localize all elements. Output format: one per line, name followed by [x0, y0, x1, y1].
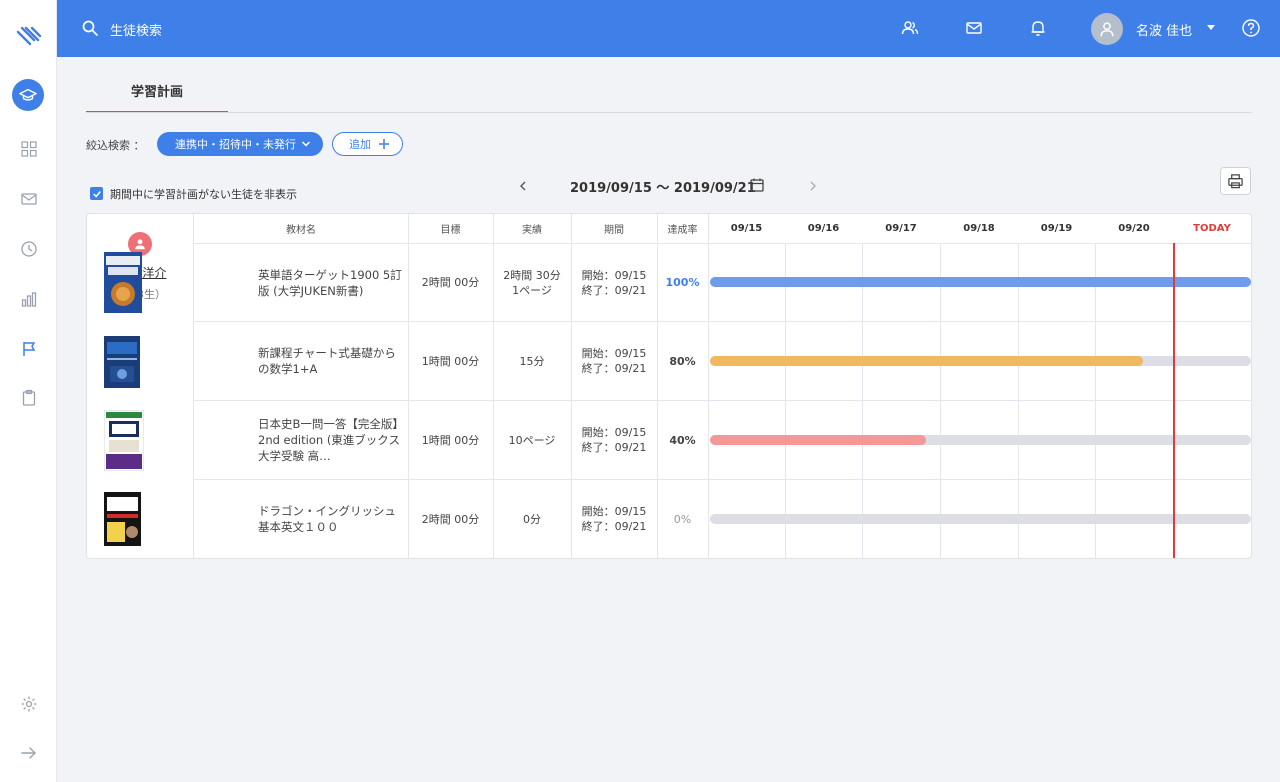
header-day: 09/16: [807, 223, 840, 234]
header-day: 09/19: [1040, 223, 1073, 234]
book-cover-image[interactable]: [104, 410, 144, 471]
gear-icon[interactable]: [18, 693, 40, 715]
chevron-right-icon: [810, 181, 816, 191]
sidebar: [0, 0, 57, 782]
flag-icon[interactable]: [18, 338, 40, 360]
next-week-button[interactable]: [806, 178, 820, 192]
header-day: 09/17: [885, 223, 917, 234]
plus-icon: [379, 139, 389, 149]
actual-time: 2時間 30分: [503, 268, 561, 282]
date-range: 2019/09/15 〜 2019/09/21: [570, 181, 756, 196]
rate-cell: 80%: [669, 354, 696, 368]
period-start: 開始：09/15: [581, 268, 647, 282]
rate-cell: 40%: [669, 433, 696, 447]
goal-cell: 1時間 00分: [421, 433, 480, 447]
bell-icon[interactable]: [1028, 18, 1048, 38]
check-icon: [92, 190, 101, 198]
search-icon[interactable]: [81, 19, 99, 37]
print-button[interactable]: [1220, 167, 1251, 195]
actual-cell: 15分: [519, 354, 545, 368]
period-cell: 開始：09/15 終了：09/21: [571, 480, 657, 558]
period-cell: 開始：09/15 終了：09/21: [571, 401, 657, 479]
goal-cell: 1時間 00分: [421, 354, 480, 368]
bar-chart-icon[interactable]: [18, 288, 40, 310]
period-start: 開始：09/15: [581, 426, 647, 439]
material-title[interactable]: 日本史B一問一答【完全版】2nd edition (東進ブックス 大学受験 高…: [258, 401, 403, 479]
header-day: 09/18: [963, 223, 995, 234]
actual-pages: 1ページ: [512, 283, 552, 297]
period-end: 終了：09/21: [581, 362, 647, 375]
actual-cell: 2時間 30分 1ページ: [493, 244, 571, 321]
mail-icon[interactable]: [18, 188, 40, 210]
hide-students-checkbox[interactable]: [90, 187, 103, 200]
avatar[interactable]: [1091, 13, 1123, 45]
printer-icon: [1228, 173, 1243, 188]
search-input[interactable]: 生徒検索: [110, 20, 162, 39]
chevron-left-icon: [520, 181, 526, 191]
header-material: 教材名: [286, 225, 316, 236]
period-end: 終了：09/21: [581, 441, 647, 454]
rate-cell: 100%: [665, 276, 700, 289]
header-rate: 達成率: [667, 225, 698, 236]
mail-icon[interactable]: [964, 18, 984, 38]
users-icon[interactable]: [900, 18, 920, 38]
header-goal: 目標: [440, 225, 461, 236]
period-end: 終了：09/21: [581, 520, 647, 533]
book-cover-image[interactable]: [104, 492, 141, 546]
period-start: 開始：09/15: [581, 347, 647, 360]
status-filter-dropdown[interactable]: 連携中・招待中・未発行: [157, 132, 323, 156]
graduation-cap-icon[interactable]: [12, 79, 44, 111]
logo-icon[interactable]: [16, 22, 42, 48]
help-icon[interactable]: [1241, 18, 1261, 38]
progress-bar: [710, 435, 1251, 445]
header-day: 09/15: [730, 223, 763, 234]
study-plan-table: 森下 洋介 （高3生） 教材名 目標 実績 期間 達成率 09/15 09/16…: [86, 213, 1252, 559]
header-actual: 実績: [522, 225, 542, 236]
period-cell: 開始：09/15 終了：09/21: [571, 244, 657, 321]
progress-fill: [710, 356, 1143, 366]
user-name[interactable]: 名波 佳也: [1136, 20, 1192, 39]
period-cell: 開始：09/15 終了：09/21: [571, 322, 657, 400]
add-button[interactable]: 追加: [332, 132, 403, 156]
progress-fill: [710, 277, 1251, 287]
prev-week-button[interactable]: [516, 178, 530, 192]
clock-icon[interactable]: [18, 238, 40, 260]
goal-cell: 2時間 00分: [421, 512, 480, 526]
header-today: TODAY: [1193, 223, 1231, 234]
filter-label: 絞込検索 ：: [86, 139, 145, 152]
material-title[interactable]: ドラゴン・イングリッシュ基本英文１００: [258, 480, 403, 558]
today-marker-line: [1173, 243, 1175, 558]
progress-bar: [710, 277, 1251, 287]
period-end: 終了：09/21: [581, 283, 647, 297]
actual-cell: 10ページ: [508, 433, 556, 447]
goal-cell: 2時間 00分: [421, 276, 480, 289]
column-divider: [708, 214, 709, 558]
progress-fill: [710, 435, 927, 445]
add-button-label: 追加: [349, 138, 371, 151]
material-title[interactable]: 英単語ターゲット1900 5訂版 (大学JUKEN新書): [258, 244, 403, 321]
material-title[interactable]: 新課程チャート式基礎からの数学1+A: [258, 322, 403, 400]
header-day: 09/20: [1118, 223, 1150, 234]
book-cover-image[interactable]: [104, 252, 142, 313]
tab-study-plan[interactable]: 学習計画: [86, 70, 228, 113]
hide-students-label[interactable]: 期間中に学習計画がない生徒を非表示: [110, 186, 297, 202]
clipboard-icon[interactable]: [18, 387, 40, 409]
progress-bar: [710, 514, 1251, 524]
book-cover-image[interactable]: [104, 336, 140, 388]
grid-icon[interactable]: [18, 138, 40, 160]
period-start: 開始：09/15: [581, 505, 647, 518]
status-filter-label: 連携中・招待中・未発行: [175, 138, 296, 151]
rate-cell: 0%: [673, 512, 692, 526]
chevron-down-icon: [301, 141, 311, 147]
calendar-icon[interactable]: [749, 177, 765, 193]
actual-cell: 0分: [523, 512, 541, 526]
tab-divider: [86, 112, 1252, 113]
arrow-right-icon[interactable]: [18, 742, 40, 764]
caret-down-icon[interactable]: [1207, 25, 1215, 30]
top-bar: 生徒検索 名波 佳也: [57, 0, 1280, 57]
progress-bar: [710, 356, 1251, 366]
header-period: 期間: [604, 225, 624, 236]
